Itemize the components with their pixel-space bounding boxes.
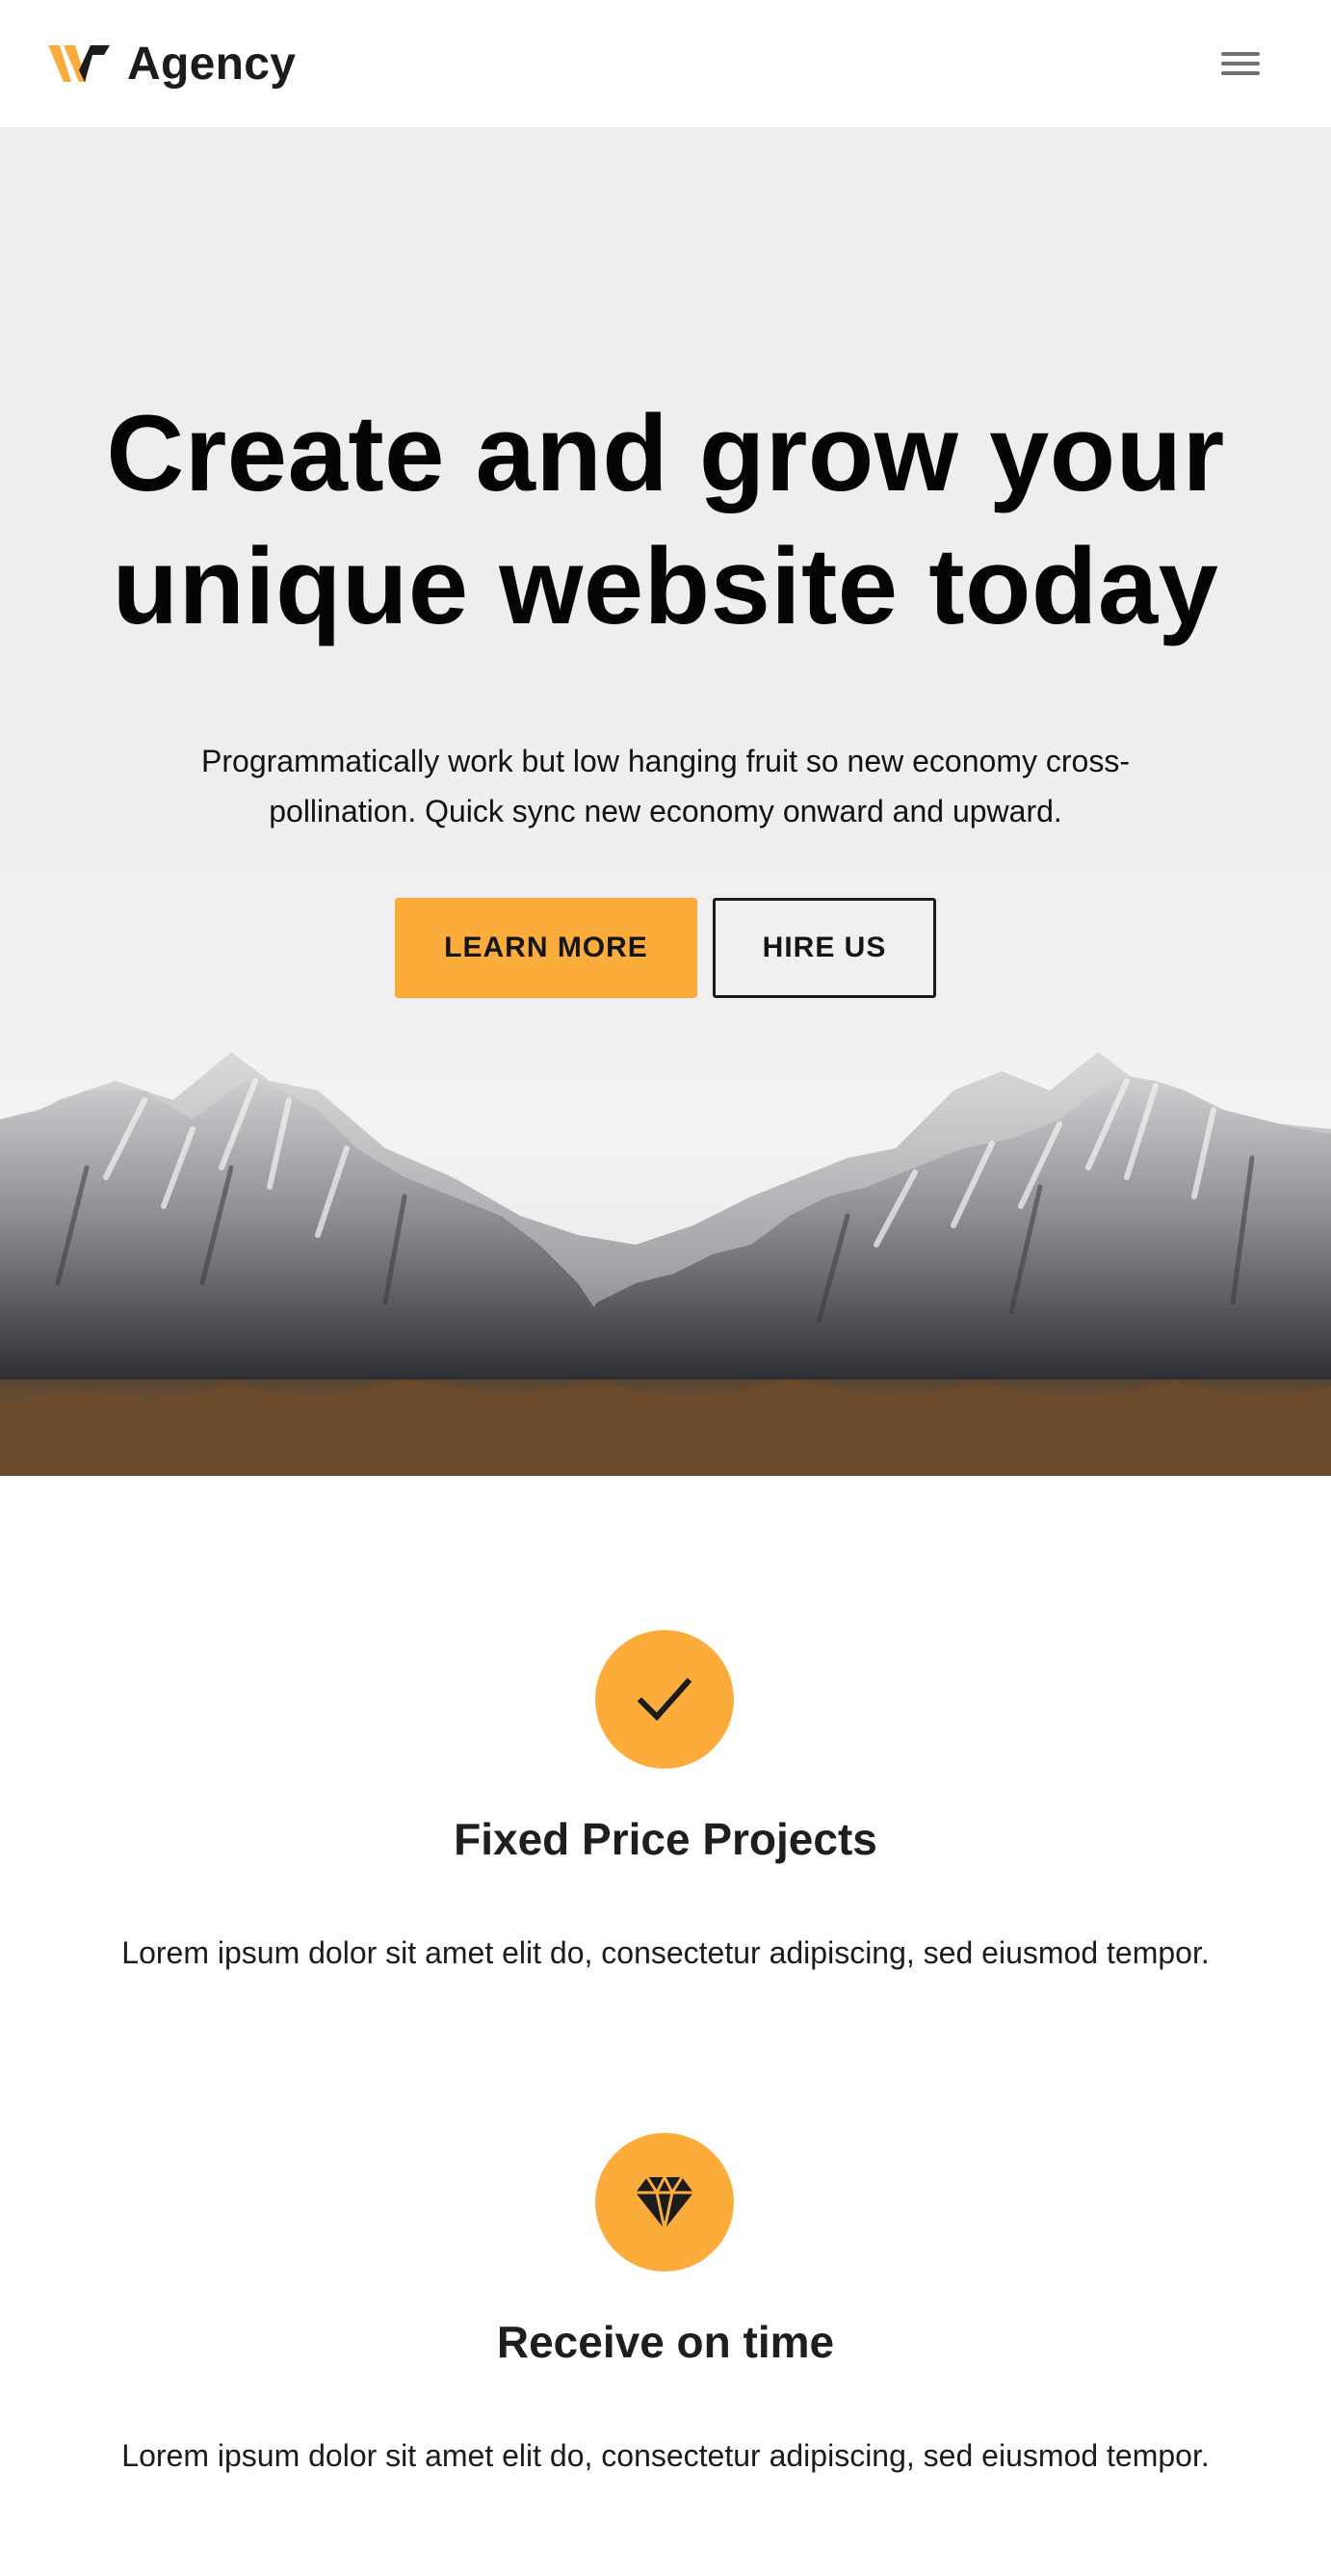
brand-logo-link[interactable]: Agency <box>48 38 296 91</box>
features-section: Fixed Price Projects Lorem ipsum dolor s… <box>0 1476 1331 2576</box>
site-header: Agency <box>0 0 1331 127</box>
diamond-icon <box>595 2133 734 2272</box>
diamond-glyph <box>636 2173 693 2230</box>
learn-more-button[interactable]: LEARN MORE <box>395 898 697 998</box>
menu-bar-middle <box>1221 62 1260 66</box>
brand-name: Agency <box>127 38 297 90</box>
hero-section: Create and grow your unique website toda… <box>0 127 1331 1476</box>
checkmark-icon <box>595 1630 734 1769</box>
hire-us-button[interactable]: HIRE US <box>713 898 936 998</box>
feature-text: Lorem ipsum dolor sit amet elit do, cons… <box>121 2438 1210 2473</box>
hero-title: Create and grow your unique website toda… <box>106 393 1225 646</box>
menu-bar-top <box>1221 52 1260 56</box>
feature-title: Receive on time <box>496 2317 835 2367</box>
hamburger-menu-icon[interactable] <box>1219 46 1262 81</box>
checkmark-glyph <box>637 1677 692 1722</box>
menu-bar-bottom <box>1221 71 1260 75</box>
hero-subtitle: Programmatically work but low hanging fr… <box>201 744 1130 828</box>
feature-text: Lorem ipsum dolor sit amet elit do, cons… <box>121 1935 1210 1970</box>
w-logo-icon <box>48 45 110 82</box>
feature-title: Fixed Price Projects <box>454 1814 877 1864</box>
